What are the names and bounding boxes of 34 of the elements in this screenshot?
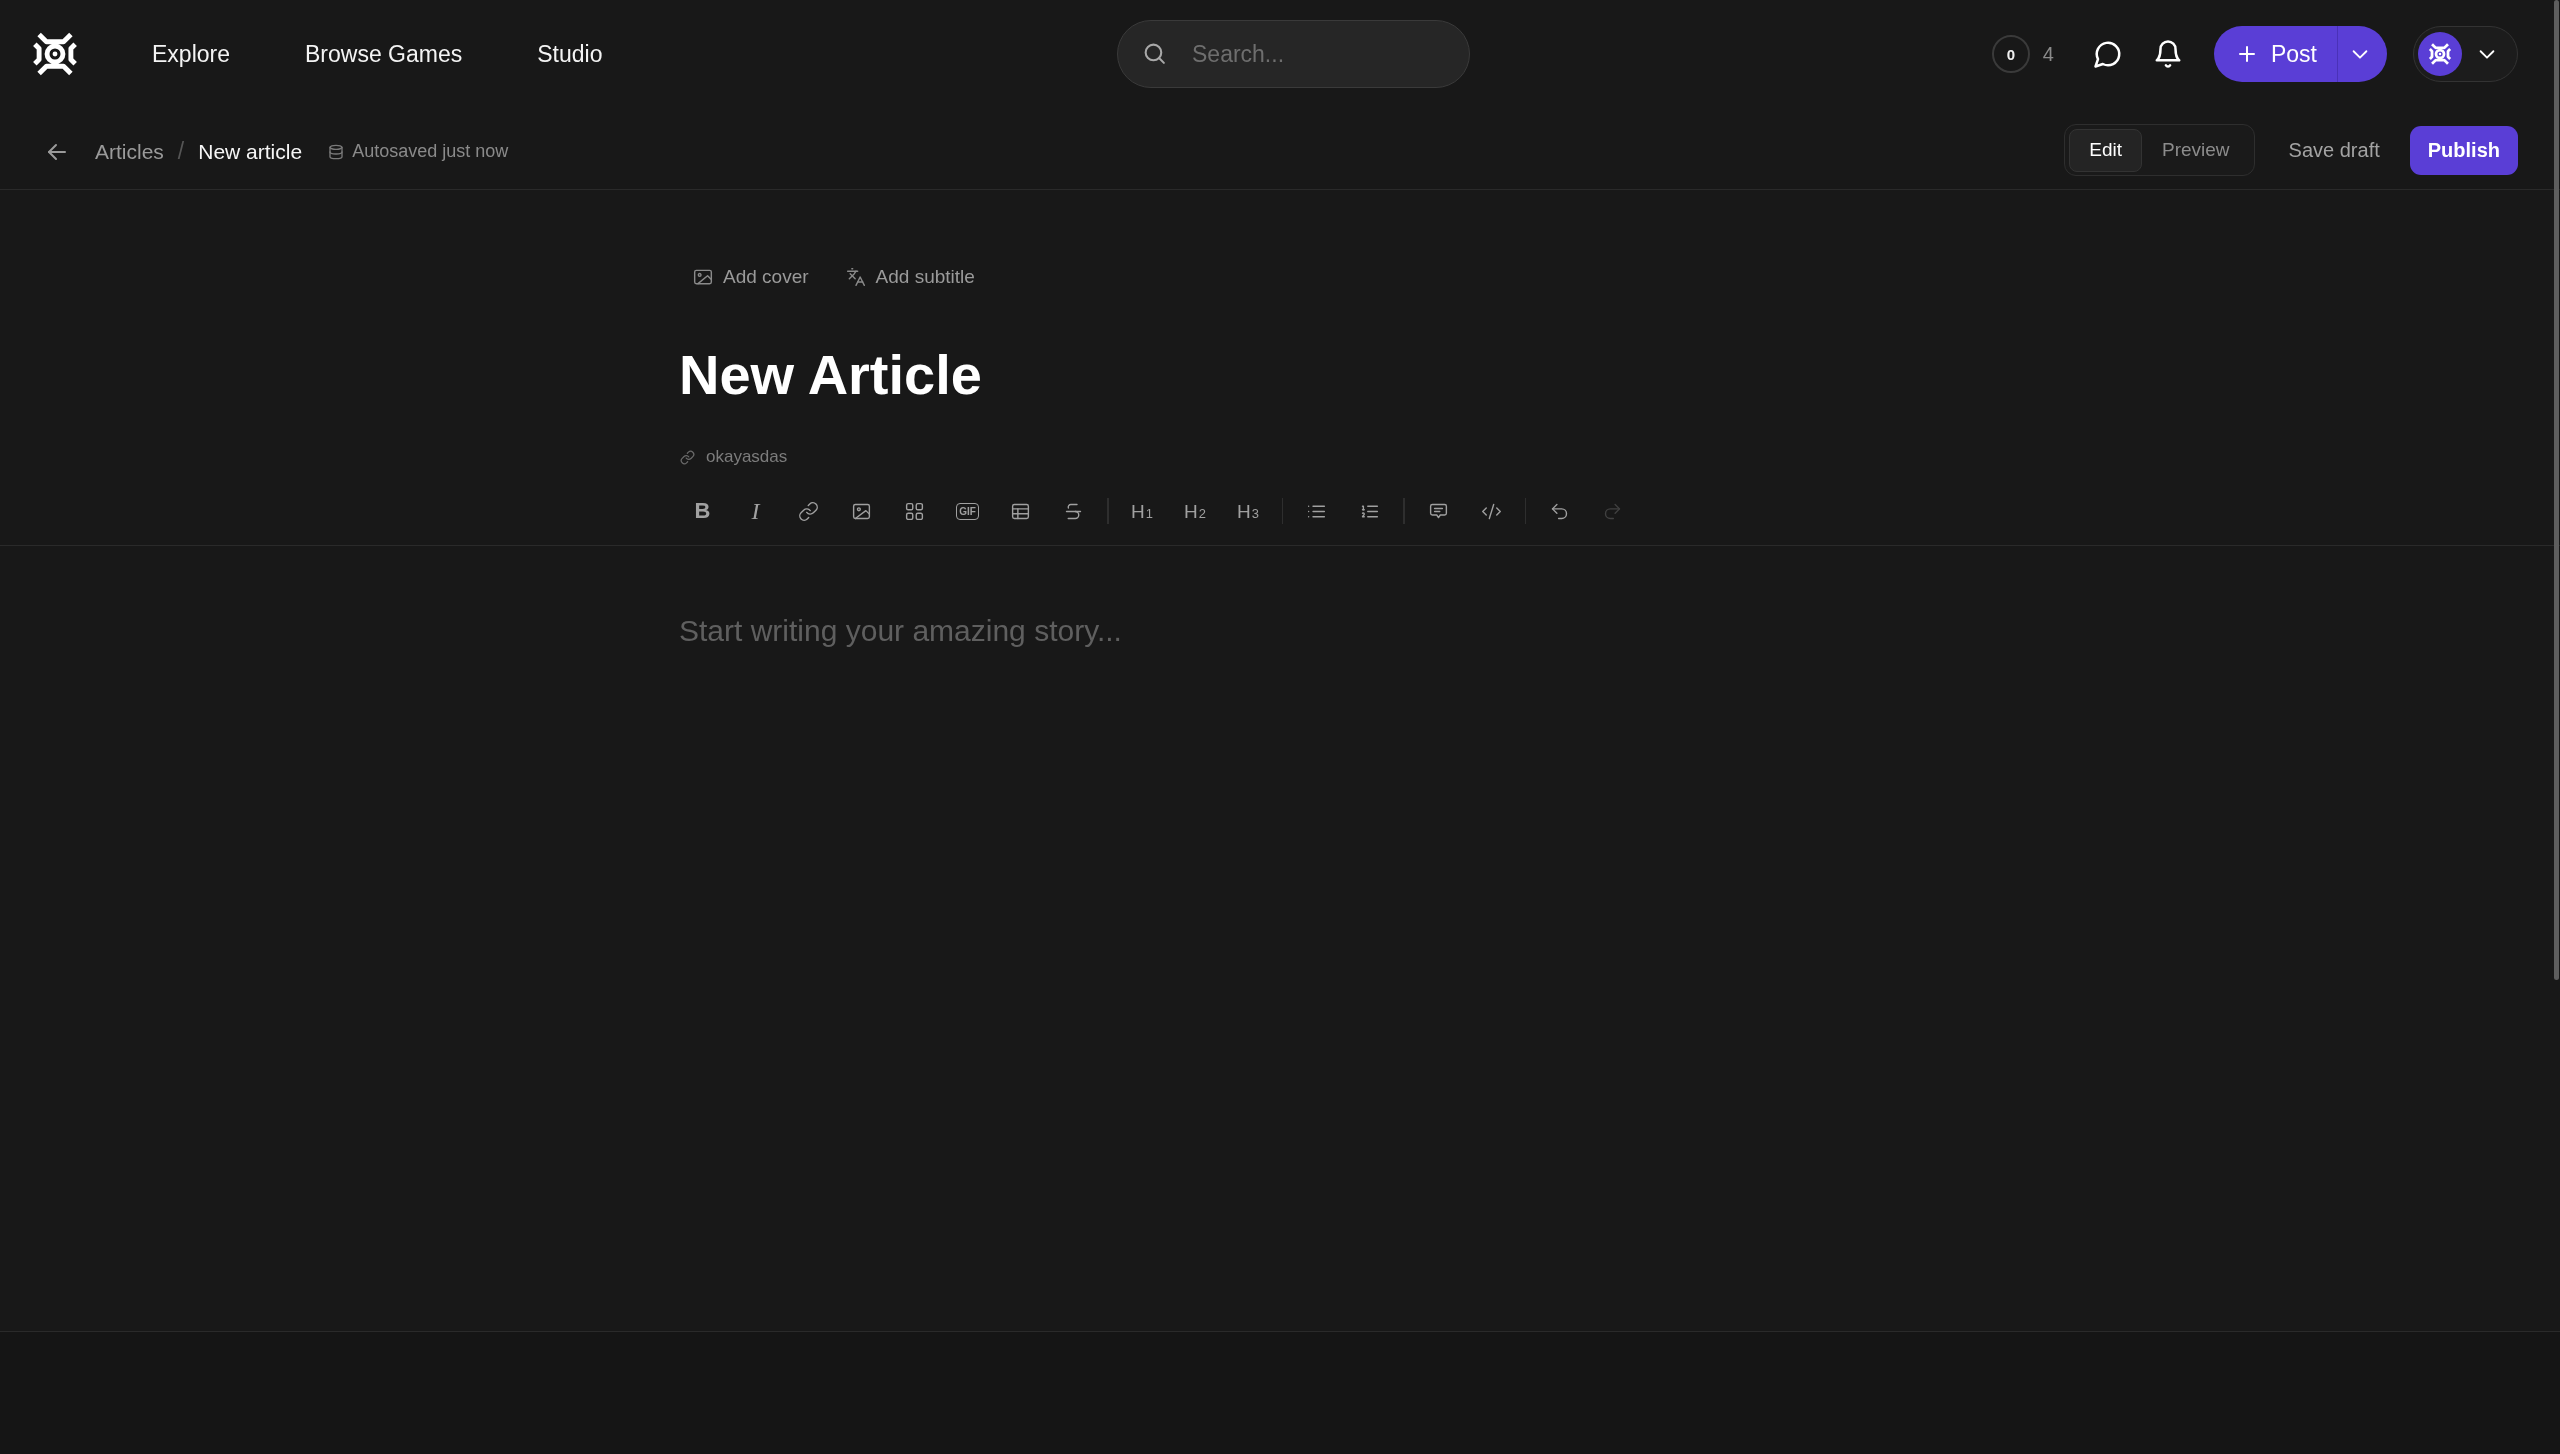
- nav-link[interactable]: Studio: [537, 40, 603, 68]
- save-draft-button[interactable]: Save draft: [2272, 125, 2396, 175]
- nav-link[interactable]: Explore: [152, 40, 230, 68]
- breadcrumb-link[interactable]: Articles: [95, 139, 164, 164]
- count-ring: 0: [1991, 35, 2030, 73]
- add-cover-button[interactable]: Add cover: [679, 262, 823, 292]
- slug-field[interactable]: okayasdas: [706, 447, 1126, 467]
- italic-button[interactable]: I: [736, 491, 775, 531]
- nav-link[interactable]: Browse Games: [305, 40, 463, 68]
- chat-bubble-icon: [2092, 39, 2123, 69]
- title-field[interactable]: New Article: [679, 341, 1881, 408]
- publish-button[interactable]: Publish: [2409, 125, 2518, 175]
- autosave-status: Autosaved just now: [352, 141, 509, 162]
- account-menu-button[interactable]: [2413, 26, 2518, 82]
- image-icon: [693, 267, 713, 287]
- mode-tab[interactable]: Edit: [2069, 128, 2142, 172]
- editor-field[interactable]: Start writing your amazing story...: [679, 611, 1881, 1251]
- link-icon: [680, 449, 695, 465]
- translate-icon: [845, 267, 866, 287]
- count-label: 4: [2042, 42, 2054, 66]
- database-icon: [328, 143, 345, 160]
- gif-button[interactable]: GIF: [948, 491, 987, 531]
- scrollbar-thumb[interactable]: [2554, 0, 2559, 980]
- post-options-button[interactable]: [2337, 26, 2387, 82]
- add-subtitle-button[interactable]: Add subtitle: [831, 262, 989, 292]
- post-button[interactable]: Post: [2213, 26, 2337, 82]
- breadcrumb-current: New article: [198, 139, 303, 164]
- search-icon: [1142, 41, 1167, 66]
- app-logo[interactable]: [33, 32, 77, 76]
- mode-tab[interactable]: Preview: [2142, 128, 2250, 172]
- avatar-icon: [2418, 32, 2462, 76]
- breadcrumb-separator: /: [177, 138, 185, 165]
- bold-button[interactable]: B: [683, 491, 722, 531]
- search-field[interactable]: Search...: [1117, 20, 1470, 88]
